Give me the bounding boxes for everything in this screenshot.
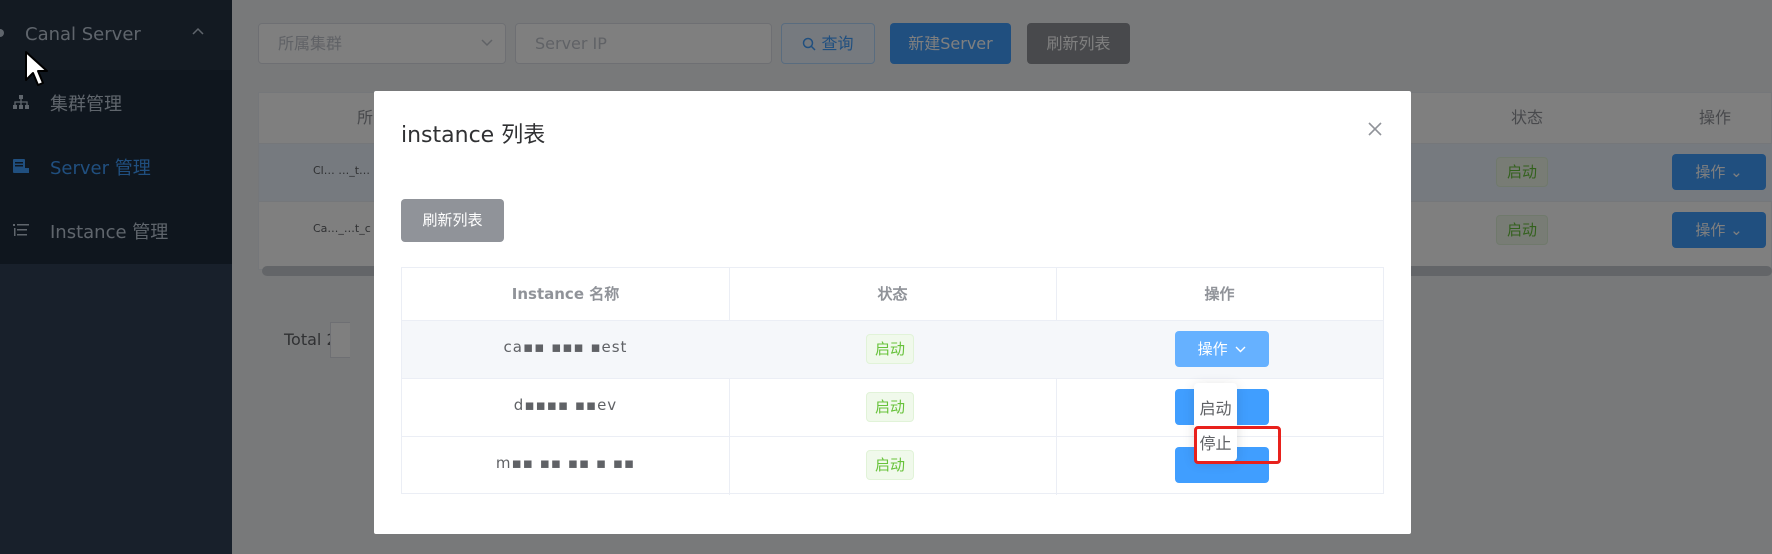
column-header-name: Instance 名称 [511,285,620,303]
chevron-down-icon [1235,346,1246,353]
column-header-operation: 操作 [1204,285,1235,303]
operate-button[interactable]: 操作 [1175,331,1269,367]
menu-item-start[interactable]: 启动 [1194,394,1237,424]
instance-name: d▪▪▪▪ ▪▪ev [513,396,618,414]
table-row[interactable]: ca▪▪ ▪▪▪ ▪est 启动 操作 [402,320,1383,378]
instance-name: m▪▪ ▪▪ ▪▪ ▪ ▪▪ [495,454,636,472]
instance-name: ca▪▪ ▪▪▪ ▪est [503,338,628,356]
instance-dialog: instance 列表 刷新列表 Instance 名称 状态 操作 ca▪▪ … [374,91,1411,534]
status-badge: 启动 [866,392,915,422]
cursor-icon [25,51,48,86]
dialog-title: instance 列表 [401,123,546,148]
close-icon[interactable] [1367,121,1383,137]
column-header-status: 状态 [877,285,908,303]
status-badge: 启动 [866,334,915,364]
status-badge: 启动 [866,450,915,480]
highlight-annotation [1194,426,1281,464]
dialog-refresh-button[interactable]: 刷新列表 [401,199,504,242]
